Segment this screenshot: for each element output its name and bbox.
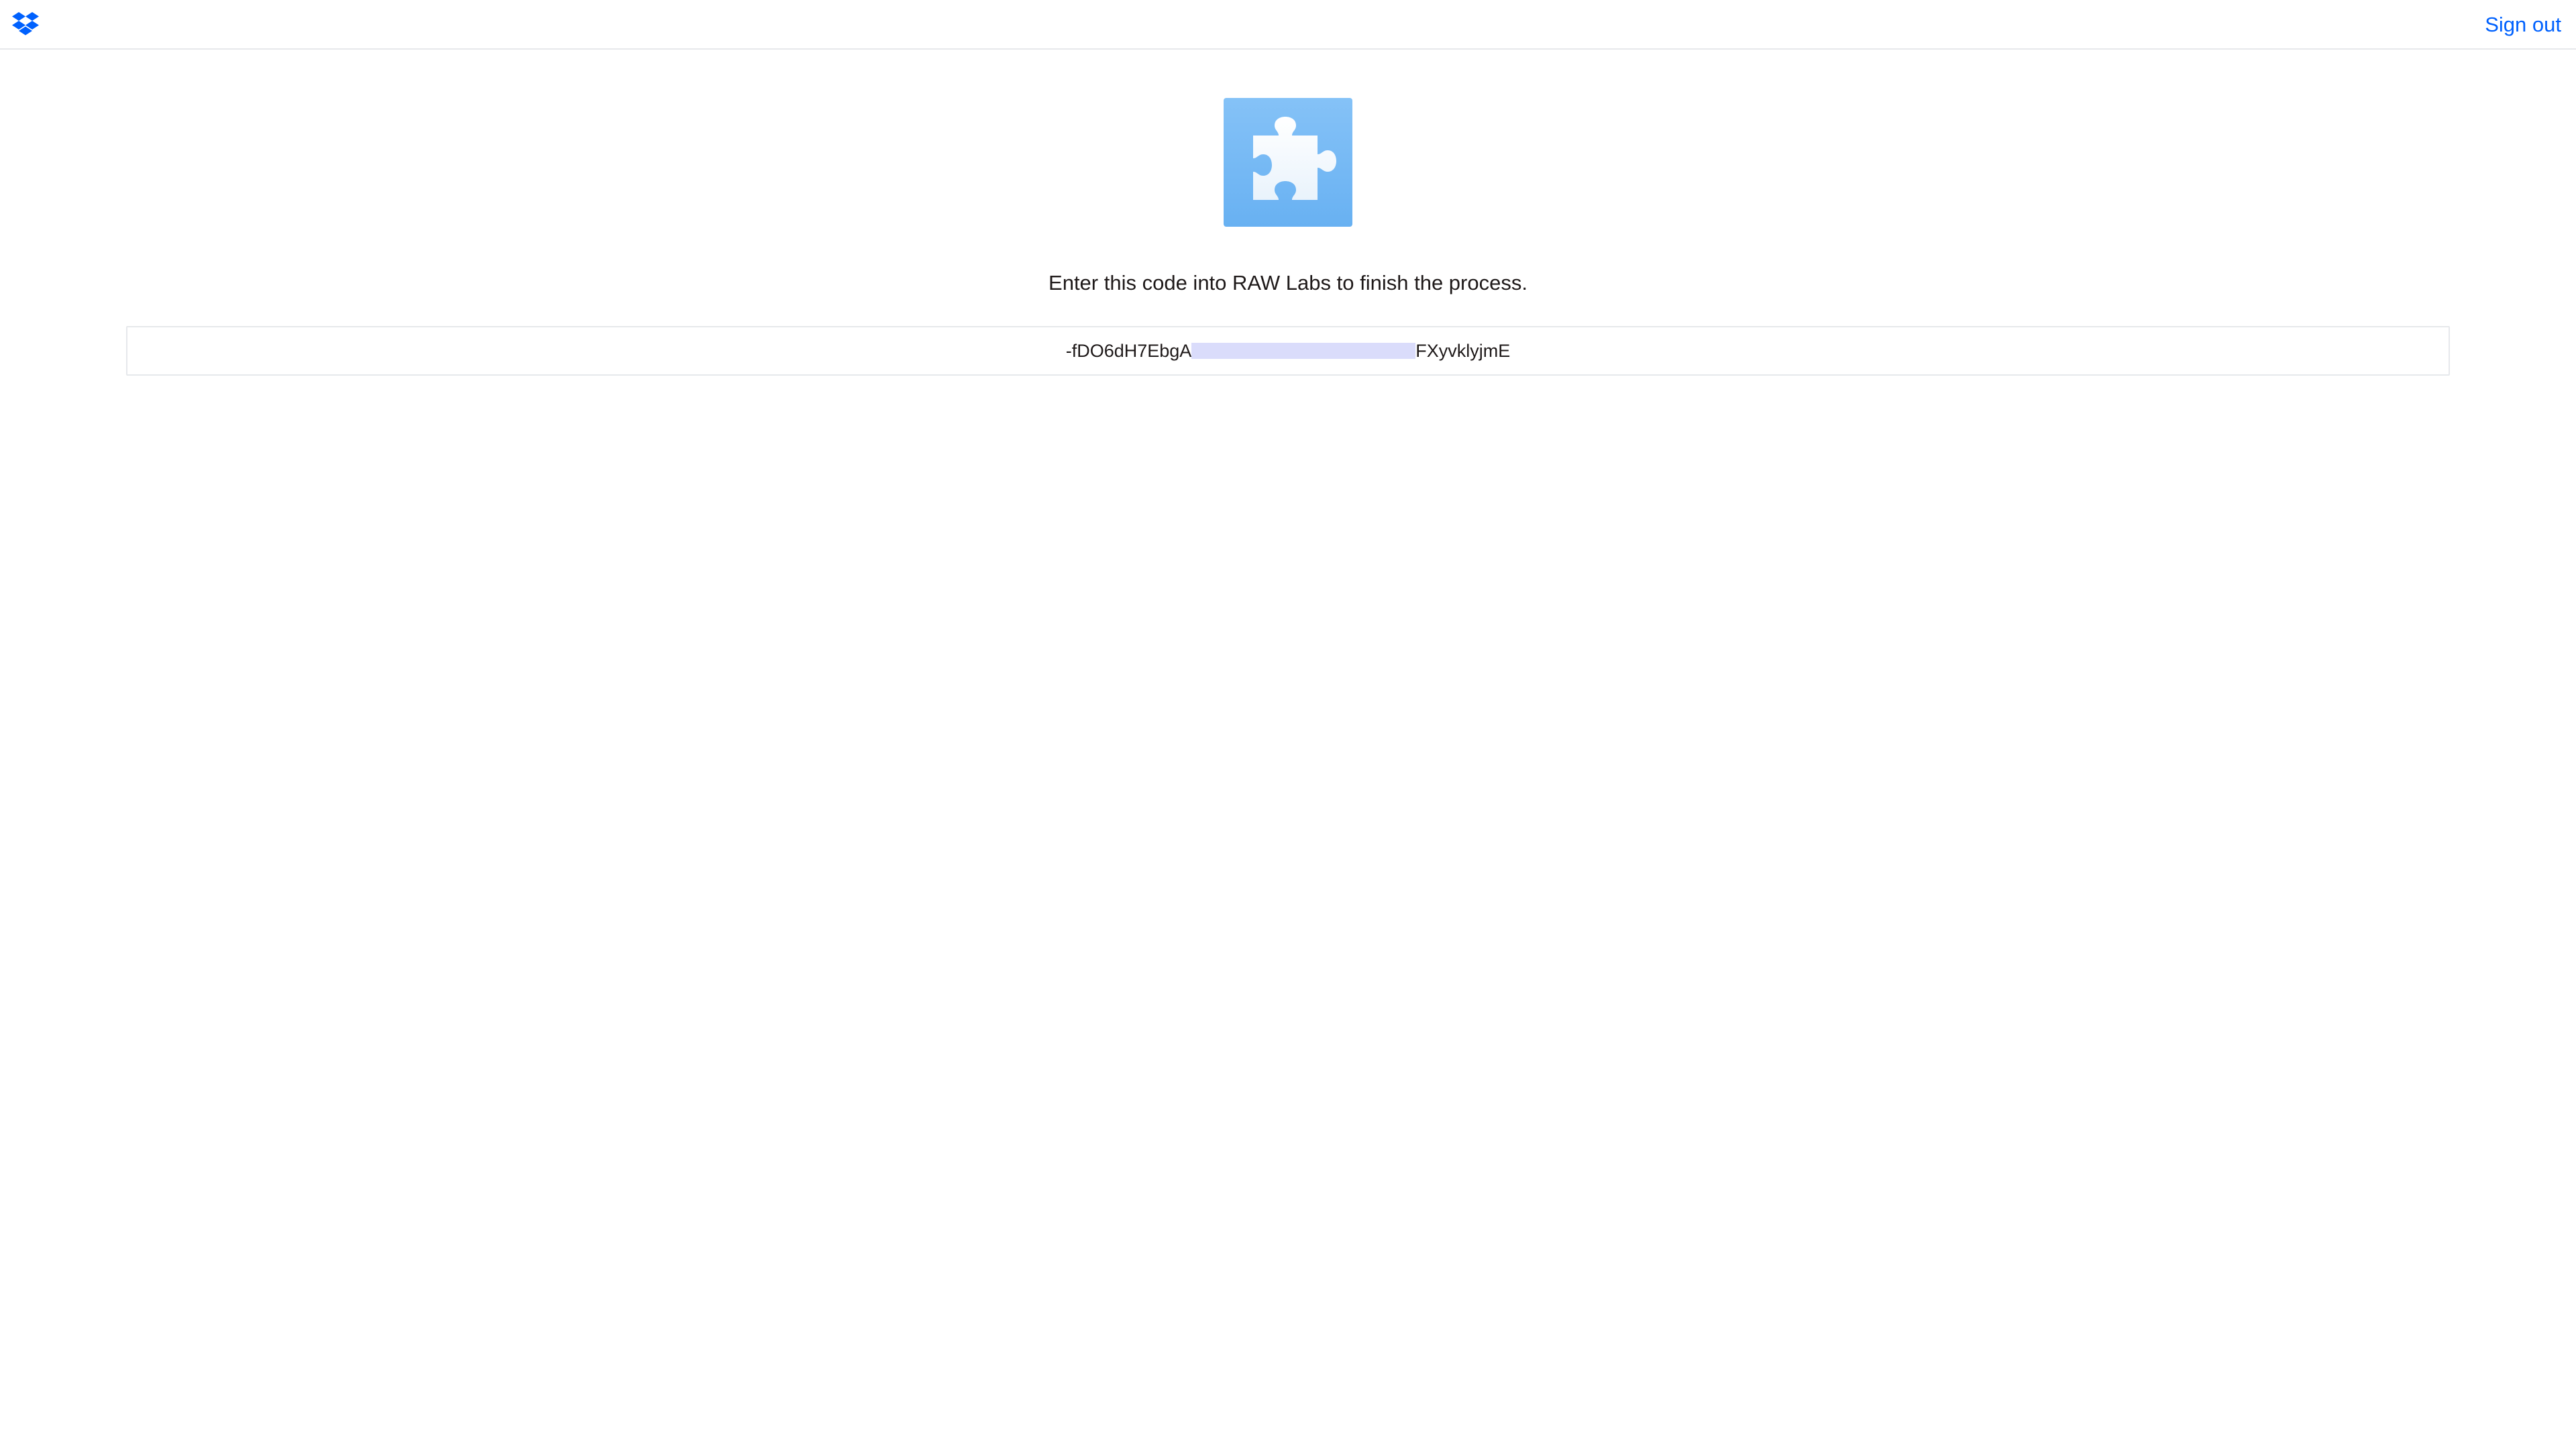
code-suffix[interactable]: FXyvklyjmE bbox=[1415, 341, 1510, 361]
code-prefix[interactable]: -fDO6dH7EbgA bbox=[1066, 341, 1192, 361]
instruction-text: Enter this code into RAW Labs to finish … bbox=[1049, 271, 1527, 294]
code-redacted-segment bbox=[1191, 342, 1416, 359]
puzzle-piece-icon bbox=[1253, 117, 1336, 200]
dropbox-logo-icon[interactable] bbox=[12, 12, 39, 38]
app-icon bbox=[1224, 98, 1352, 227]
code-field[interactable]: -fDO6dH7EbgA FXyvklyjmE bbox=[126, 326, 2450, 376]
top-bar: Sign out bbox=[0, 0, 2576, 50]
sign-out-link[interactable]: Sign out bbox=[2485, 12, 2561, 38]
